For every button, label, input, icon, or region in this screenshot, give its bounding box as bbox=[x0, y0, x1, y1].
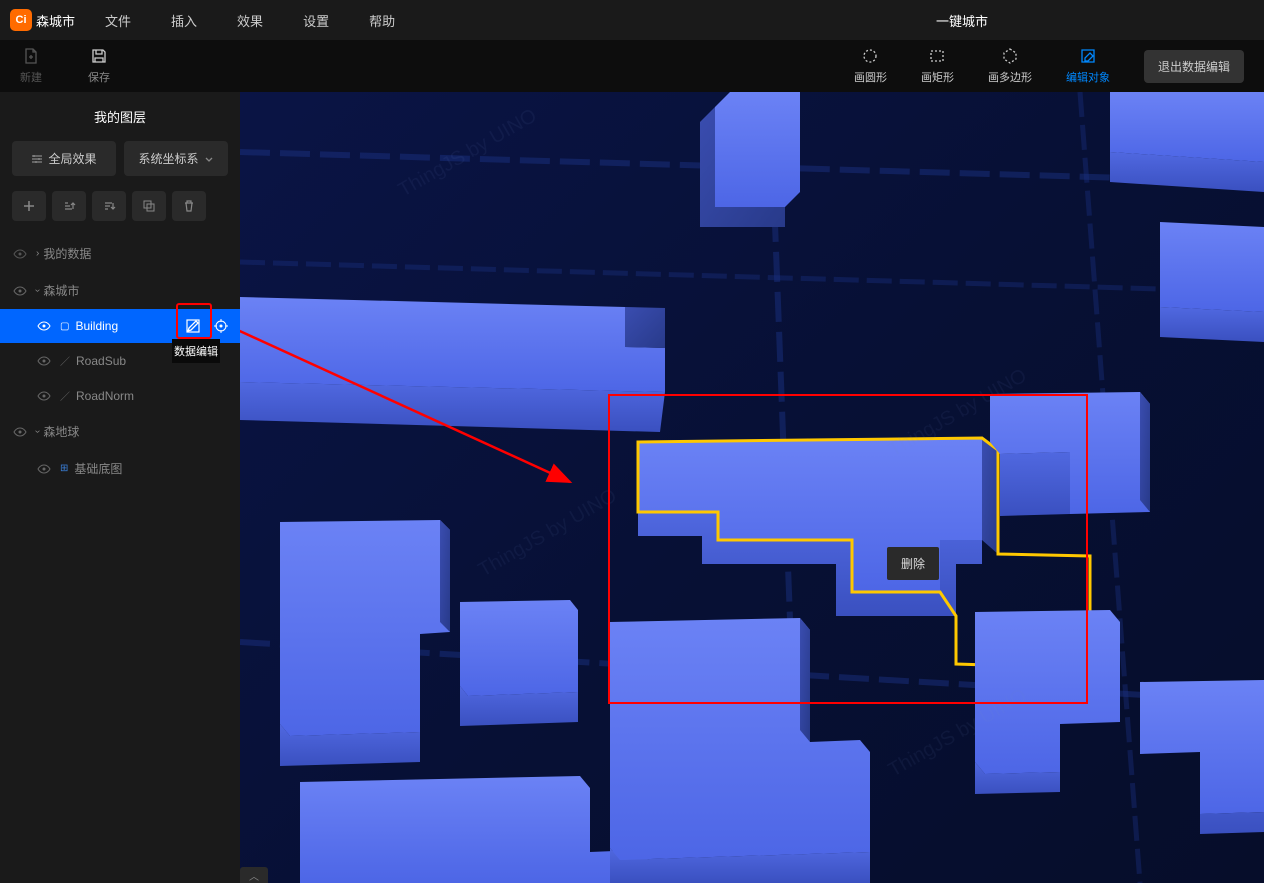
new-button[interactable]: 新建 bbox=[20, 47, 42, 85]
bottom-panel-toggle[interactable]: ︿ bbox=[240, 867, 268, 883]
sort-asc-button[interactable] bbox=[52, 191, 86, 221]
draw-rect-label: 画矩形 bbox=[921, 69, 954, 85]
coord-system-label: 系统坐标系 bbox=[138, 150, 198, 167]
tree-item-basemap[interactable]: ⊞ 基础底图 bbox=[0, 450, 240, 487]
chevron-down-icon bbox=[204, 154, 214, 164]
menu-bar: Ci 森城市 文件 插入 效果 设置 帮助 一键城市 bbox=[0, 0, 1264, 40]
new-label: 新建 bbox=[20, 69, 42, 85]
global-effect-button[interactable]: 全局效果 bbox=[12, 141, 116, 176]
line-layer-icon: ／ bbox=[60, 388, 70, 403]
chevron-down-icon: › bbox=[32, 430, 43, 433]
polygon-icon bbox=[1001, 47, 1019, 65]
target-icon[interactable] bbox=[210, 315, 232, 337]
trash-icon bbox=[182, 199, 196, 213]
global-effect-label: 全局效果 bbox=[48, 150, 96, 167]
chevron-down-icon: › bbox=[32, 289, 43, 292]
delete-layer-button[interactable] bbox=[172, 191, 206, 221]
sort-desc-icon bbox=[102, 199, 116, 213]
new-file-icon bbox=[22, 47, 40, 65]
tree-label: 我的数据 bbox=[43, 245, 91, 262]
menu-effects[interactable]: 效果 bbox=[237, 11, 263, 30]
visibility-icon[interactable] bbox=[12, 284, 28, 298]
exit-data-edit-button[interactable]: 退出数据编辑 bbox=[1144, 50, 1244, 83]
sort-desc-button[interactable] bbox=[92, 191, 126, 221]
edit-object-button[interactable]: 编辑对象 bbox=[1066, 47, 1110, 85]
sliders-icon bbox=[31, 153, 43, 165]
app-logo: Ci bbox=[10, 9, 32, 31]
tree-item-sencity[interactable]: › 森城市 bbox=[0, 272, 240, 309]
visibility-icon[interactable] bbox=[36, 319, 52, 333]
draw-polygon-label: 画多边形 bbox=[988, 69, 1032, 85]
layer-tree: › 我的数据 › 森城市 ▢ Building 数据编辑 ／ RoadSub bbox=[0, 235, 240, 487]
rect-icon bbox=[928, 47, 946, 65]
viewport-3d[interactable]: ThingJS by UINO ThingJS by UINO ThingJS … bbox=[240, 92, 1264, 883]
sort-asc-icon bbox=[62, 199, 76, 213]
tree-label: RoadNorm bbox=[76, 389, 134, 403]
coord-system-dropdown[interactable]: 系统坐标系 bbox=[124, 141, 228, 176]
copy-layer-button[interactable] bbox=[132, 191, 166, 221]
building-block bbox=[700, 92, 800, 227]
circle-icon bbox=[861, 47, 879, 65]
tree-label: 森城市 bbox=[43, 282, 79, 299]
visibility-icon[interactable] bbox=[12, 425, 28, 439]
visibility-icon[interactable] bbox=[36, 354, 52, 368]
save-icon bbox=[90, 47, 108, 65]
tree-item-building[interactable]: ▢ Building 数据编辑 bbox=[0, 309, 240, 343]
app-name: 森城市 bbox=[36, 11, 75, 30]
draw-circle-label: 画圆形 bbox=[854, 69, 887, 85]
basemap-layer-icon: ⊞ bbox=[60, 463, 68, 474]
tree-label: 森地球 bbox=[43, 423, 79, 440]
visibility-icon[interactable] bbox=[12, 247, 28, 261]
draw-rect-button[interactable]: 画矩形 bbox=[921, 47, 954, 85]
visibility-icon[interactable] bbox=[36, 389, 52, 403]
polygon-layer-icon: ▢ bbox=[60, 321, 69, 332]
tree-label: 基础底图 bbox=[74, 460, 122, 477]
sidebar: 我的图层 全局效果 系统坐标系 › 我的数据 › 森城市 ▢ bbox=[0, 92, 240, 883]
menu-settings[interactable]: 设置 bbox=[303, 11, 329, 30]
copy-icon bbox=[142, 199, 156, 213]
tree-item-my-data[interactable]: › 我的数据 bbox=[0, 235, 240, 272]
tree-item-senearth[interactable]: › 森地球 bbox=[0, 413, 240, 450]
save-label: 保存 bbox=[88, 69, 110, 85]
edit-icon bbox=[1079, 47, 1097, 65]
toolbar: 新建 保存 画圆形 画矩形 画多边形 bbox=[0, 40, 1264, 92]
edit-object-label: 编辑对象 bbox=[1066, 69, 1110, 85]
scene-svg bbox=[240, 92, 1264, 883]
menu-insert[interactable]: 插入 bbox=[171, 11, 197, 30]
visibility-icon[interactable] bbox=[36, 462, 52, 476]
draw-circle-button[interactable]: 画圆形 bbox=[854, 47, 887, 85]
chevron-right-icon: › bbox=[36, 248, 39, 259]
context-menu-delete[interactable]: 删除 bbox=[887, 547, 939, 580]
tree-item-roadsub[interactable]: ／ RoadSub bbox=[0, 343, 240, 378]
line-layer-icon: ／ bbox=[60, 353, 70, 368]
menu-help[interactable]: 帮助 bbox=[369, 11, 395, 30]
sidebar-title: 我的图层 bbox=[0, 92, 240, 141]
plus-icon bbox=[22, 199, 36, 213]
draw-polygon-button[interactable]: 画多边形 bbox=[988, 47, 1032, 85]
tree-label: Building bbox=[75, 319, 118, 333]
tree-label: RoadSub bbox=[76, 354, 126, 368]
add-layer-button[interactable] bbox=[12, 191, 46, 221]
document-title: 一键城市 bbox=[936, 0, 988, 40]
menu-file[interactable]: 文件 bbox=[105, 11, 131, 30]
data-edit-icon[interactable] bbox=[182, 315, 204, 337]
tree-item-roadnorm[interactable]: ／ RoadNorm bbox=[0, 378, 240, 413]
save-button[interactable]: 保存 bbox=[88, 47, 110, 85]
